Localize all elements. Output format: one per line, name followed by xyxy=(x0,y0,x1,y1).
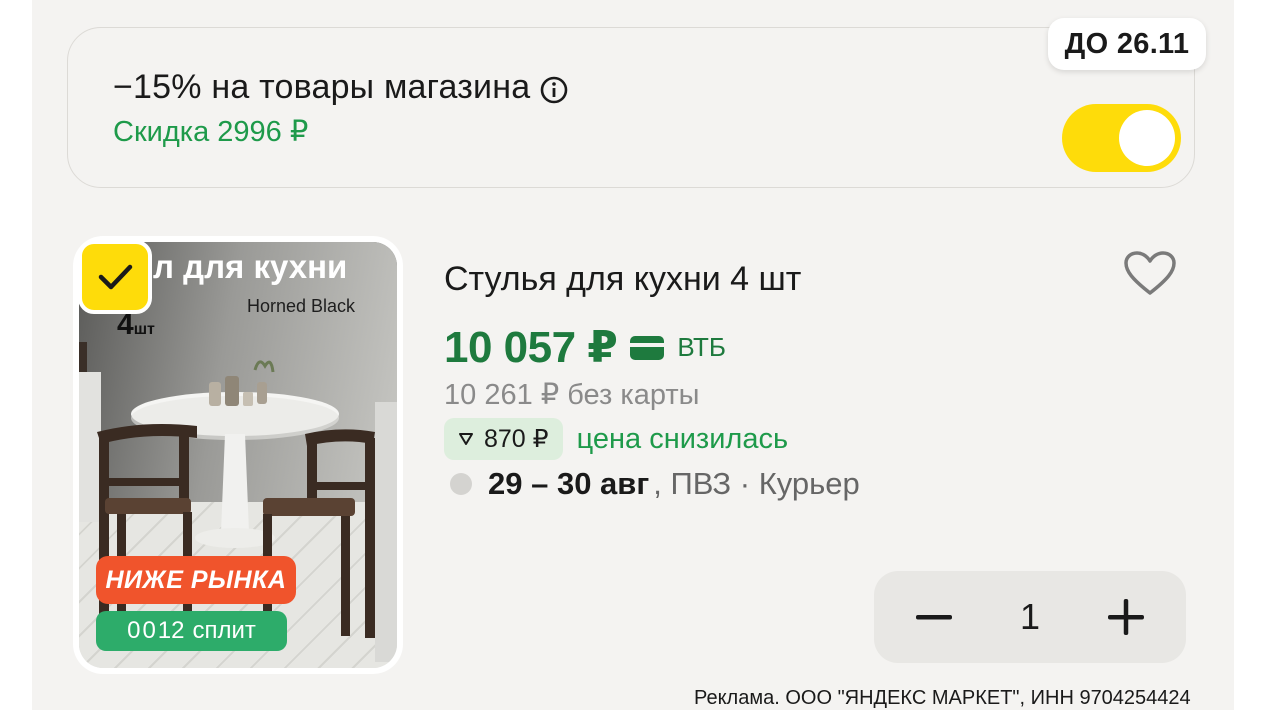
minus-icon xyxy=(916,615,952,620)
discount-toggle[interactable] xyxy=(1062,104,1181,172)
price-row: 10 057 ₽ ВТБ xyxy=(444,322,726,373)
decrease-button[interactable] xyxy=(912,595,956,639)
product-name[interactable]: Стулья для кухни 4 шт xyxy=(444,260,801,299)
card-icon xyxy=(629,335,665,361)
price-drop-row: 870 ₽ цена снизилась xyxy=(444,418,788,460)
split-digit-a: 0 xyxy=(127,617,141,644)
select-item-checkbox[interactable] xyxy=(78,240,152,314)
bank-name: ВТБ xyxy=(677,332,726,362)
discount-title-row: −15% на товары магазина xyxy=(113,68,568,107)
quantity-stepper: 1 xyxy=(874,571,1186,663)
discount-amount: Скидка 2996 ₽ xyxy=(113,116,309,148)
split-label: сплит xyxy=(192,617,256,644)
image-caption-brand: Horned Black xyxy=(247,296,356,316)
split-digit-b: 0 xyxy=(142,617,156,644)
image-caption-title: л для кухни xyxy=(153,248,348,285)
info-icon[interactable] xyxy=(540,74,568,103)
split-badge: 0 0 12 сплит xyxy=(96,611,287,651)
toggle-knob xyxy=(1119,110,1175,166)
delivery-status-dot xyxy=(450,473,472,495)
split-number: 12 xyxy=(157,617,185,644)
delivery-row: 29 – 30 авг , ПВЗ · Курьер xyxy=(450,466,860,502)
check-icon xyxy=(98,264,133,290)
discount-title: −15% на товары магазина xyxy=(113,68,531,106)
price-drop-amount: 870 ₽ xyxy=(484,425,549,453)
favorite-button[interactable] xyxy=(1118,244,1182,304)
delivery-date: 29 – 30 авг xyxy=(488,466,650,501)
increase-button[interactable] xyxy=(1104,595,1148,639)
price-drop-badge: 870 ₽ xyxy=(444,418,563,460)
ad-disclaimer: Реклама. ООО "ЯНДЕКС МАРКЕТ", ИНН 970425… xyxy=(694,687,1191,709)
plus-icon xyxy=(1108,599,1144,635)
quantity-value: 1 xyxy=(1019,596,1041,637)
triangle-down-icon xyxy=(459,433,473,445)
until-date-badge: ДО 26.11 xyxy=(1048,18,1206,70)
delivery-methods: , ПВЗ · Курьер xyxy=(653,466,860,501)
price-drop-label: цена снизилась xyxy=(576,422,789,455)
store-discount-card xyxy=(67,27,1195,188)
price-with-card: 10 057 ₽ xyxy=(444,323,618,372)
price-without-card: 10 261 ₽ без карты xyxy=(444,379,700,411)
below-market-badge: НИЖЕ РЫНКА xyxy=(96,556,296,604)
heart-icon xyxy=(1124,251,1176,295)
